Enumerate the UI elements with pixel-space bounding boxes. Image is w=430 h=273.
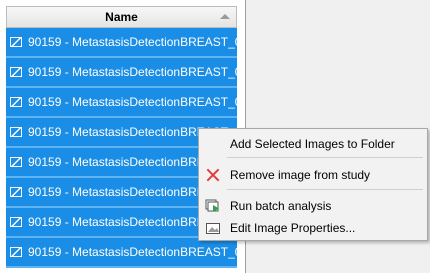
sort-ascending-icon[interactable]	[220, 14, 230, 19]
image-icon	[10, 187, 22, 197]
context-menu: Add Selected Images to Folder Remove ima…	[198, 128, 428, 241]
list-item-label: 90159 - MetastasisDetectionBREAST_03	[28, 95, 237, 109]
menu-item-label: Edit Image Properties...	[230, 221, 356, 235]
image-icon	[10, 97, 22, 107]
list-item[interactable]: 90159 - MetastasisDetectionBREAST_02	[6, 58, 237, 88]
menu-item-label: Run batch analysis	[230, 199, 332, 213]
red-x-icon	[205, 167, 221, 183]
menu-item-label: Add Selected Images to Folder	[230, 137, 395, 151]
image-icon	[10, 247, 22, 257]
menu-separator	[227, 157, 423, 158]
menu-item-label: Remove image from study	[230, 168, 371, 182]
image-properties-icon	[205, 220, 221, 236]
list-item[interactable]: 90159 - MetastasisDetectionBREAST_08	[6, 238, 237, 268]
list-item-label: 90159 - MetastasisDetectionBREAST_08	[28, 245, 237, 259]
list-item[interactable]: 90159 - MetastasisDetectionBREAST_03	[6, 88, 237, 118]
batch-analysis-icon	[205, 198, 221, 214]
image-icon	[10, 157, 22, 167]
menu-separator	[227, 189, 423, 190]
image-icon	[10, 127, 22, 137]
image-icon	[10, 67, 22, 77]
menu-item-remove-image[interactable]: Remove image from study	[199, 164, 427, 186]
image-icon	[10, 37, 22, 47]
menu-item-add-to-folder[interactable]: Add Selected Images to Folder	[199, 133, 427, 155]
column-header-name[interactable]: Name	[6, 6, 237, 28]
list-item-label: 90159 - MetastasisDetectionBREAST_02	[28, 65, 237, 79]
menu-item-edit-image-properties[interactable]: Edit Image Properties...	[199, 217, 427, 239]
list-item-label: 90159 - MetastasisDetectionBREAST_01	[28, 35, 237, 49]
menu-item-run-batch-analysis[interactable]: Run batch analysis	[199, 195, 427, 217]
image-icon	[10, 217, 22, 227]
column-header-label: Name	[105, 10, 138, 24]
list-item[interactable]: 90159 - MetastasisDetectionBREAST_01	[6, 28, 237, 58]
